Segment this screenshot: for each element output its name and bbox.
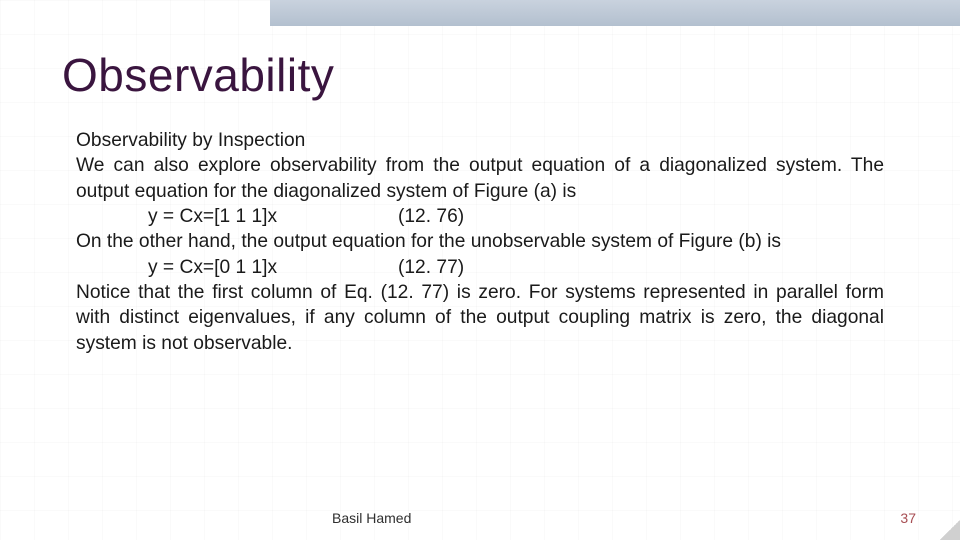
slide: Observability Observability by Inspectio… [0,0,960,540]
slide-body: Observability by Inspection We can also … [76,128,884,356]
equation-2-expression: y = Cx=[0 1 1]x [148,255,398,280]
footer-author: Basil Hamed [332,510,411,526]
paragraph-2: On the other hand, the output equation f… [76,229,884,254]
equation-2-number: (12. 77) [398,255,464,280]
footer-page-number: 37 [900,510,916,526]
slide-title: Observability [62,48,334,102]
page-curl-icon [940,520,960,540]
top-accent-bar [270,0,960,26]
paragraph-3: Notice that the first column of Eq. (12.… [76,280,884,356]
equation-2: y = Cx=[0 1 1]x (12. 77) [76,255,884,280]
equation-1: y = Cx=[1 1 1]x (12. 76) [76,204,884,229]
equation-1-number: (12. 76) [398,204,464,229]
paragraph-1: We can also explore observability from t… [76,153,884,204]
subtitle: Observability by Inspection [76,128,884,153]
equation-1-expression: y = Cx=[1 1 1]x [148,204,398,229]
